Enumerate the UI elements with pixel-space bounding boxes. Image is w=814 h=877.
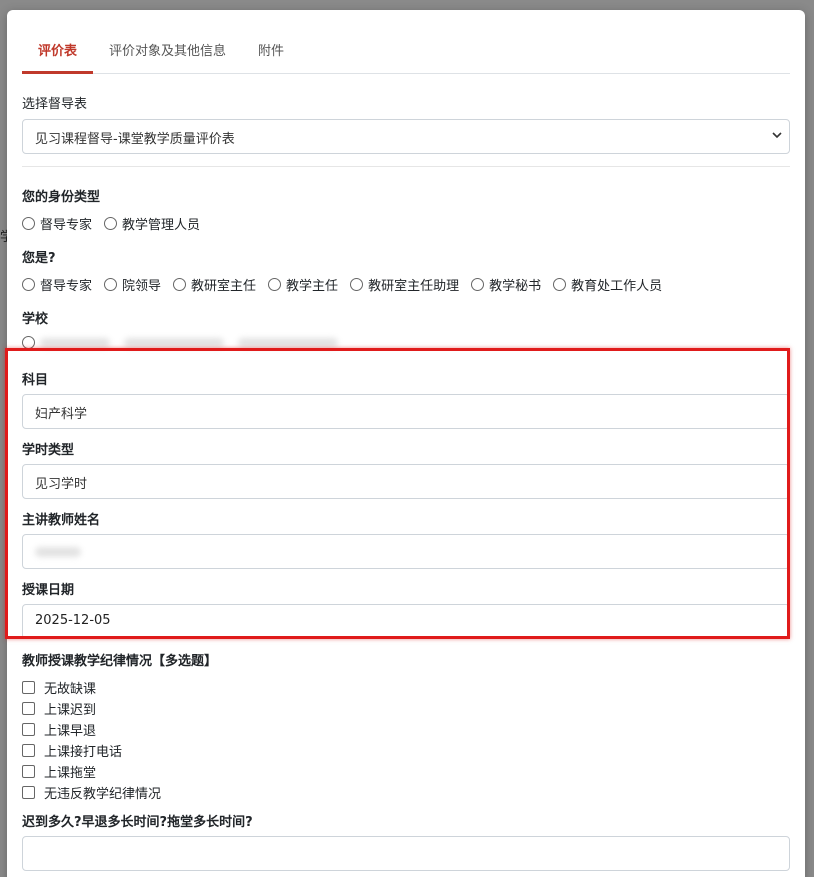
checkbox[interactable] xyxy=(22,786,35,799)
chevron-down-icon xyxy=(772,132,782,139)
role-radio-group: 督导专家 院领导 教研室主任 教学主任 教研室主任助理 教学秘书 教育处工作人员 xyxy=(22,275,674,294)
checkbox[interactable] xyxy=(22,765,35,778)
role-option-dept-head[interactable]: 教研室主任 xyxy=(173,275,256,294)
teacher-name-input[interactable] xyxy=(22,534,790,569)
radio-button[interactable] xyxy=(22,278,35,291)
redacted-text xyxy=(35,547,81,557)
subject-input[interactable]: 妇产科学 xyxy=(22,394,790,429)
tab-bar: 评价表 评价对象及其他信息 附件 xyxy=(22,34,790,74)
identity-type-label: 您的身份类型 xyxy=(22,190,101,205)
discipline-option-phone-call[interactable]: 上课接打电话 xyxy=(22,740,161,761)
radio-button[interactable] xyxy=(104,278,118,291)
redacted-text xyxy=(124,337,224,348)
school-radio-group xyxy=(22,336,364,349)
form-select-label: 选择督导表 xyxy=(22,97,88,112)
form-select-value: 见习课程督导-课堂教学质量评价表 xyxy=(35,132,235,147)
teacher-name-label: 主讲教师姓名 xyxy=(22,513,101,528)
redacted-text xyxy=(40,337,110,348)
background-page-text: 学 xyxy=(0,230,7,242)
hour-type-label: 学时类型 xyxy=(22,443,75,458)
radio-button[interactable] xyxy=(104,217,118,230)
form-select[interactable]: 见习课程督导-课堂教学质量评价表 xyxy=(22,119,790,154)
identity-option-admin[interactable]: 教学管理人员 xyxy=(104,214,200,233)
checkbox[interactable] xyxy=(22,681,35,694)
tab-evaluation-form[interactable]: 评价表 xyxy=(22,34,94,74)
role-option-dept-head-assistant[interactable]: 教研室主任助理 xyxy=(350,275,459,294)
role-option-teaching-director[interactable]: 教学主任 xyxy=(268,275,338,294)
checkbox[interactable] xyxy=(22,723,35,736)
role-option-dean[interactable]: 院领导 xyxy=(104,275,161,294)
school-label: 学校 xyxy=(22,312,49,327)
discipline-option-overtime[interactable]: 上课拖堂 xyxy=(22,761,161,782)
tab-evaluation-target[interactable]: 评价对象及其他信息 xyxy=(93,34,242,74)
discipline-checkbox-group: 无故缺课 上课迟到 上课早退 上课接打电话 上课拖堂 无违反教学纪律情况 xyxy=(22,677,161,803)
radio-button[interactable] xyxy=(173,278,187,291)
hour-type-input[interactable]: 见习学时 xyxy=(22,464,790,499)
role-label: 您是? xyxy=(22,251,56,266)
discipline-option-late[interactable]: 上课迟到 xyxy=(22,698,161,719)
subject-label: 科目 xyxy=(22,373,49,388)
discipline-option-leave-early[interactable]: 上课早退 xyxy=(22,719,161,740)
radio-button[interactable] xyxy=(268,278,282,291)
lecture-date-label: 授课日期 xyxy=(22,583,75,598)
lecture-date-input[interactable]: 2025-12-05 xyxy=(22,604,790,639)
school-option[interactable] xyxy=(22,336,352,349)
redacted-text xyxy=(238,337,338,348)
radio-button[interactable] xyxy=(350,278,364,291)
evaluation-modal: 评价表 评价对象及其他信息 附件 选择督导表 见习课程督导-课堂教学质量评价表 … xyxy=(7,10,805,877)
lateness-label: 迟到多久?早退多长时间?拖堂多长时间? xyxy=(22,815,253,830)
role-option-secretary[interactable]: 教学秘书 xyxy=(471,275,541,294)
radio-button[interactable] xyxy=(471,278,485,291)
lateness-input[interactable] xyxy=(22,836,790,871)
discipline-label: 教师授课教学纪律情况【多选题】 xyxy=(22,654,218,669)
role-option-education-office[interactable]: 教育处工作人员 xyxy=(553,275,662,294)
radio-button[interactable] xyxy=(22,336,35,349)
divider xyxy=(22,166,790,167)
identity-type-radio-group: 督导专家 教学管理人员 xyxy=(22,214,212,233)
radio-button[interactable] xyxy=(22,217,35,230)
checkbox[interactable] xyxy=(22,702,35,715)
discipline-option-absence[interactable]: 无故缺课 xyxy=(22,677,161,698)
role-option-supervisor[interactable]: 督导专家 xyxy=(22,275,92,294)
identity-option-supervisor[interactable]: 督导专家 xyxy=(22,214,92,233)
checkbox[interactable] xyxy=(22,744,35,757)
radio-button[interactable] xyxy=(553,278,567,291)
tab-attachments[interactable]: 附件 xyxy=(242,34,300,74)
discipline-option-none[interactable]: 无违反教学纪律情况 xyxy=(22,782,161,803)
